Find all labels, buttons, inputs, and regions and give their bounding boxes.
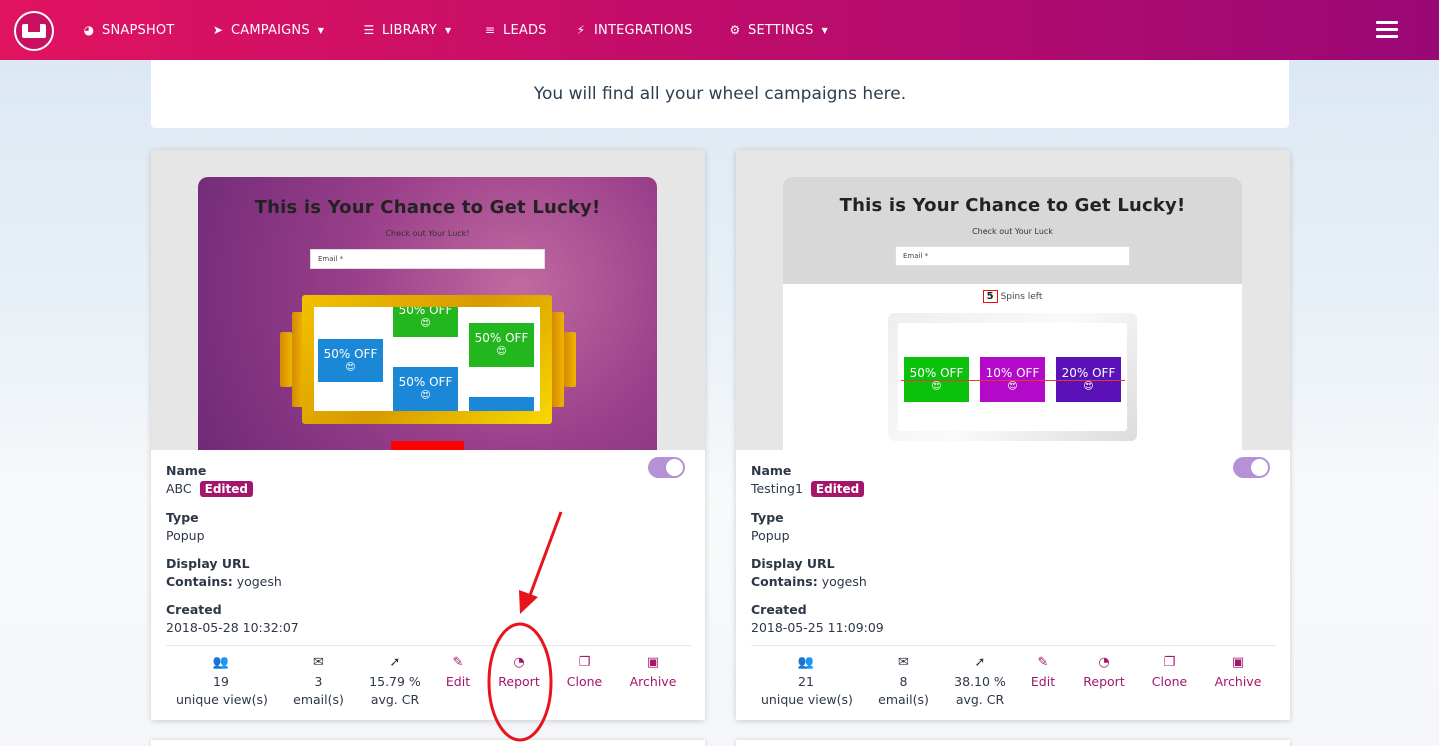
preview-title: This is Your Chance to Get Lucky! <box>254 197 601 218</box>
campaign-name: ABC <box>166 481 192 496</box>
chevron-down-icon: ▼ <box>317 25 325 35</box>
users-icon: 👥 <box>797 655 815 670</box>
server-icon: ☰ <box>363 23 375 37</box>
edit-button[interactable]: ✎ Edit <box>1022 655 1064 691</box>
archive-button[interactable]: ▣ Archive <box>1212 655 1264 691</box>
edited-badge: Edited <box>199 481 254 497</box>
plug-icon: ⚡ <box>576 23 586 37</box>
brand-logo[interactable] <box>14 11 54 51</box>
stat-emails: ✉ 8 email(s) <box>871 655 936 709</box>
preview-popup: This is Your Chance to Get Lucky! Check … <box>783 177 1242 450</box>
campaign-card-next <box>151 740 705 746</box>
preview-spins-left: 5 Spins left <box>783 290 1242 303</box>
nav-library[interactable]: ☰ LIBRARY ▼ <box>362 20 452 40</box>
envelope-icon: ✉ <box>313 655 324 670</box>
cursor-icon: ➚ <box>974 655 986 670</box>
banner-text: You will find all your wheel campaigns h… <box>533 84 907 104</box>
edited-badge: Edited <box>810 481 865 497</box>
type-label: Type <box>751 510 784 525</box>
report-button[interactable]: ◔ Report <box>1079 655 1129 691</box>
campaign-card: This is Your Chance to Get Lucky! Check … <box>736 150 1290 720</box>
contains-value: yogesh <box>821 574 867 589</box>
campaign-enabled-toggle[interactable] <box>648 457 685 478</box>
campaign-stats: 👥 19 unique view(s) ✉ 3 email(s) ➚ 15.79… <box>151 655 705 715</box>
contains-value: yogesh <box>236 574 282 589</box>
top-navbar: ◕ SNAPSHOT ➤ CAMPAIGNS ▼ ☰ LIBRARY ▼ ≡ L… <box>0 0 1439 60</box>
nav-snapshot[interactable]: ◕ SNAPSHOT <box>82 20 175 40</box>
chevron-down-icon: ▼ <box>444 25 452 35</box>
divider <box>751 645 1276 646</box>
report-button[interactable]: ◔ Report <box>494 655 544 691</box>
chevron-down-icon: ▼ <box>821 25 828 35</box>
preview-email-field: Email * <box>895 246 1130 266</box>
preview-subtitle: Check out Your Luck! <box>385 229 470 238</box>
edit-button[interactable]: ✎ Edit <box>437 655 479 691</box>
nav-integrations[interactable]: ⚡ INTEGRATIONS <box>574 20 693 40</box>
cursor-icon: ➚ <box>389 655 401 670</box>
list-icon: ≡ <box>484 23 496 37</box>
campaign-card-next <box>736 740 1290 746</box>
dashboard-icon: ◕ <box>83 23 95 37</box>
campaign-type: Popup <box>166 528 205 543</box>
created-label: Created <box>751 602 807 617</box>
divider <box>166 645 691 646</box>
campaign-type: Popup <box>751 528 790 543</box>
preview-title: This is Your Chance to Get Lucky! <box>839 195 1186 216</box>
paper-plane-icon: ➤ <box>212 23 224 37</box>
nav-leads[interactable]: ≡ LEADS <box>483 20 547 40</box>
pie-chart-icon: ◔ <box>513 655 525 670</box>
archive-button[interactable]: ▣ Archive <box>627 655 679 691</box>
users-icon: 👥 <box>212 655 230 670</box>
stat-avg-cr: ➚ 15.79 % avg. CR <box>365 655 425 709</box>
nav-campaigns[interactable]: ➤ CAMPAIGNS ▼ <box>211 20 324 40</box>
preview-spin-button <box>391 441 464 450</box>
name-label: Name <box>166 463 207 478</box>
display-url-label: Display URL <box>166 556 250 571</box>
created-date: 2018-05-28 10:32:07 <box>166 620 299 635</box>
nav-settings[interactable]: ⚙ SETTINGS ▼ <box>728 20 828 40</box>
prize-tile: 50% OFF 😍 <box>393 307 458 337</box>
preview-subtitle: Check out Your Luck <box>972 227 1053 236</box>
slot-machine-frame: 50% OFF 😍 50% OFF 😍 50% OFF 😍 50% OFF 😍 <box>302 295 552 424</box>
campaign-card: This is Your Chance to Get Lucky! Check … <box>151 150 705 720</box>
created-date: 2018-05-25 11:09:09 <box>751 620 884 635</box>
stat-unique-views: 👥 21 unique view(s) <box>761 655 853 707</box>
campaign-stats: 👥 21 unique view(s) ✉ 8 email(s) ➚ 38.10… <box>736 655 1290 715</box>
contains-label: Contains: <box>166 574 233 589</box>
archive-icon: ▣ <box>1231 655 1245 670</box>
archive-icon: ▣ <box>646 655 660 670</box>
clone-button[interactable]: ❐ Clone <box>1147 655 1192 691</box>
hamburger-menu-icon[interactable] <box>1376 21 1398 39</box>
preview-email-field: Email * <box>310 249 545 269</box>
cogs-icon: ⚙ <box>729 23 741 37</box>
page-banner: You will find all your wheel campaigns h… <box>151 60 1289 128</box>
prize-tile: 50% OFF 😍 <box>393 367 458 411</box>
created-label: Created <box>166 602 222 617</box>
clone-button[interactable]: ❐ Clone <box>562 655 607 691</box>
stat-emails: ✉ 3 email(s) <box>286 655 351 709</box>
stat-unique-views: 👥 19 unique view(s) <box>176 655 268 707</box>
clone-icon: ❐ <box>578 655 591 670</box>
edit-icon: ✎ <box>1037 655 1049 670</box>
clone-icon: ❐ <box>1163 655 1176 670</box>
stat-avg-cr: ➚ 38.10 % avg. CR <box>950 655 1010 709</box>
preview-popup: This is Your Chance to Get Lucky! Check … <box>198 177 657 450</box>
campaign-preview[interactable]: This is Your Chance to Get Lucky! Check … <box>151 150 705 450</box>
pie-chart-icon: ◔ <box>1098 655 1110 670</box>
campaign-name: Testing1 <box>751 481 803 496</box>
display-url-label: Display URL <box>751 556 835 571</box>
campaign-enabled-toggle[interactable] <box>1233 457 1270 478</box>
prize-tile: 50% OFF 😍 <box>469 323 534 367</box>
envelope-icon: ✉ <box>898 655 909 670</box>
contains-label: Contains: <box>751 574 818 589</box>
prize-tile: 50% OFF 😍 <box>318 339 383 382</box>
name-label: Name <box>751 463 792 478</box>
campaign-preview[interactable]: This is Your Chance to Get Lucky! Check … <box>736 150 1290 450</box>
type-label: Type <box>166 510 199 525</box>
edit-icon: ✎ <box>452 655 464 670</box>
